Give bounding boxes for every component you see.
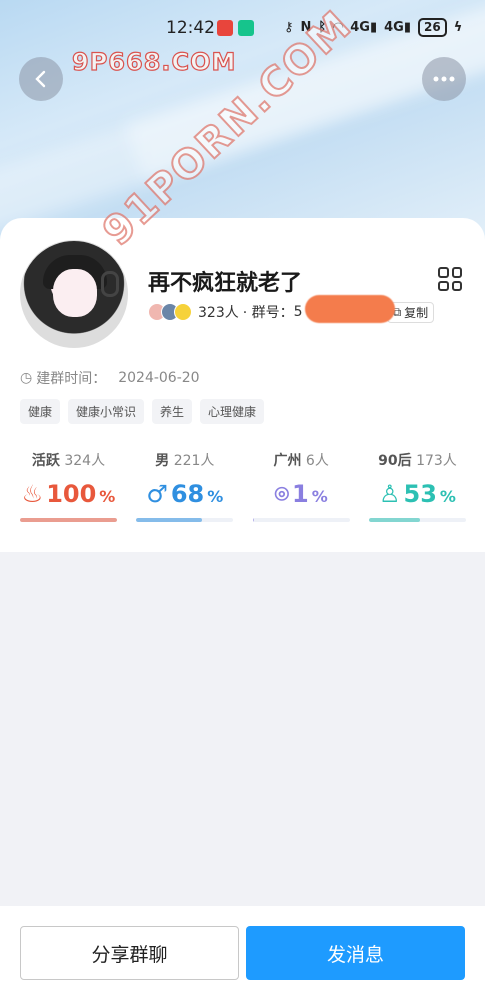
tag[interactable]: 健康小常识 [68, 399, 145, 424]
bottom-action-bar: 分享群聊 发消息 [0, 906, 485, 1000]
stat-bar [368, 518, 466, 522]
stat-value: ♂ 68% [146, 480, 224, 508]
group-meta: 323人 · 群号： 5 ⧉ 复制 [148, 295, 435, 323]
group-info-card: 再不疯狂就老了 323人 · 群号： 5 ⧉ 复制 ◷ 建群时间： 2024-0… [0, 218, 485, 552]
notification-app-icon [217, 20, 233, 36]
send-message-button[interactable]: 发消息 [246, 926, 465, 980]
clock-icon: ◷ [20, 370, 33, 386]
group-id-label: · 群号： [242, 305, 294, 321]
person-icon: ♙ [379, 480, 401, 508]
stat-count: 221人 [173, 453, 215, 469]
qr-code-icon[interactable] [438, 267, 462, 291]
share-group-button[interactable]: 分享群聊 [20, 926, 239, 980]
bluetooth-icon: ᛒ [318, 20, 327, 35]
back-button[interactable] [19, 57, 63, 101]
stat-label: 广州 [273, 453, 302, 469]
signal-icon: 4G▮ [350, 20, 378, 35]
stat-age: 90后 173人 ♙ 53% [368, 450, 466, 522]
tag[interactable]: 心理健康 [200, 399, 265, 424]
more-button[interactable] [422, 57, 466, 101]
stat-label: 男 [155, 453, 170, 469]
status-icons: ⚷ N ᛒ ◠ 4G▮ 4G▮ 26 ϟ [284, 18, 462, 37]
stat-bar [20, 518, 117, 522]
stat-active: 活跃 324人 ♨ 100% [20, 450, 117, 522]
created-label: 建群时间： [36, 371, 107, 387]
stat-bar-fill [136, 518, 203, 522]
created-date-row: ◷ 建群时间： 2024-06-20 [20, 368, 200, 388]
created-date: 2024-06-20 [118, 370, 200, 386]
group-avatar[interactable] [20, 240, 128, 348]
copy-label: 复制 [404, 305, 429, 320]
status-time: 12:42 [166, 18, 215, 38]
watermark: 9P668.COM [71, 47, 237, 76]
stat-bar-fill [252, 518, 254, 522]
group-name: 再不疯狂就老了 [148, 271, 303, 296]
member-count: 323人 [198, 305, 239, 321]
stat-bar [252, 518, 350, 522]
member-avatar [174, 303, 192, 321]
stat-value: ⌾ 1% [274, 480, 328, 508]
nfc-icon: N [300, 20, 312, 35]
flame-icon: ♨ [21, 480, 44, 508]
redaction-mark [304, 295, 395, 323]
stat-label: 活跃 [31, 453, 60, 469]
stat-count: 6人 [305, 453, 329, 469]
stat-bar [136, 518, 234, 522]
stat-value: ♙ 53% [379, 480, 456, 508]
tag[interactable]: 养生 [152, 399, 193, 424]
more-icon [433, 76, 455, 82]
stat-count: 173人 [416, 453, 457, 469]
stat-bar-fill [368, 518, 421, 522]
tag-list: 健康 健康小常识 养生 心理健康 [20, 399, 265, 424]
location-icon: ⌾ [274, 480, 289, 508]
tag[interactable]: 健康 [20, 399, 61, 424]
stat-value: ♨ 100% [21, 480, 116, 508]
wifi-icon: ◠ [333, 20, 344, 35]
male-icon: ♂ [146, 480, 168, 508]
chevron-left-icon [35, 70, 46, 88]
battery-icon: 26 [417, 18, 447, 37]
stat-gender: 男 221人 ♂ 68% [136, 450, 234, 522]
signal-icon: 4G▮ [384, 20, 411, 35]
group-id: 5 [293, 304, 303, 320]
stat-label: 90后 [378, 453, 412, 469]
stat-bar-fill [20, 518, 117, 522]
key-icon: ⚷ [284, 20, 294, 35]
stats-row: 活跃 324人 ♨ 100% 男 221人 ♂ 68% 广州 6人 ⌾ 1% 90后 … [20, 450, 466, 522]
charging-icon: ϟ [453, 20, 463, 35]
stat-location: 广州 6人 ⌾ 1% [252, 450, 350, 522]
notification-app-icon [238, 20, 254, 36]
stat-count: 324人 [64, 453, 106, 469]
